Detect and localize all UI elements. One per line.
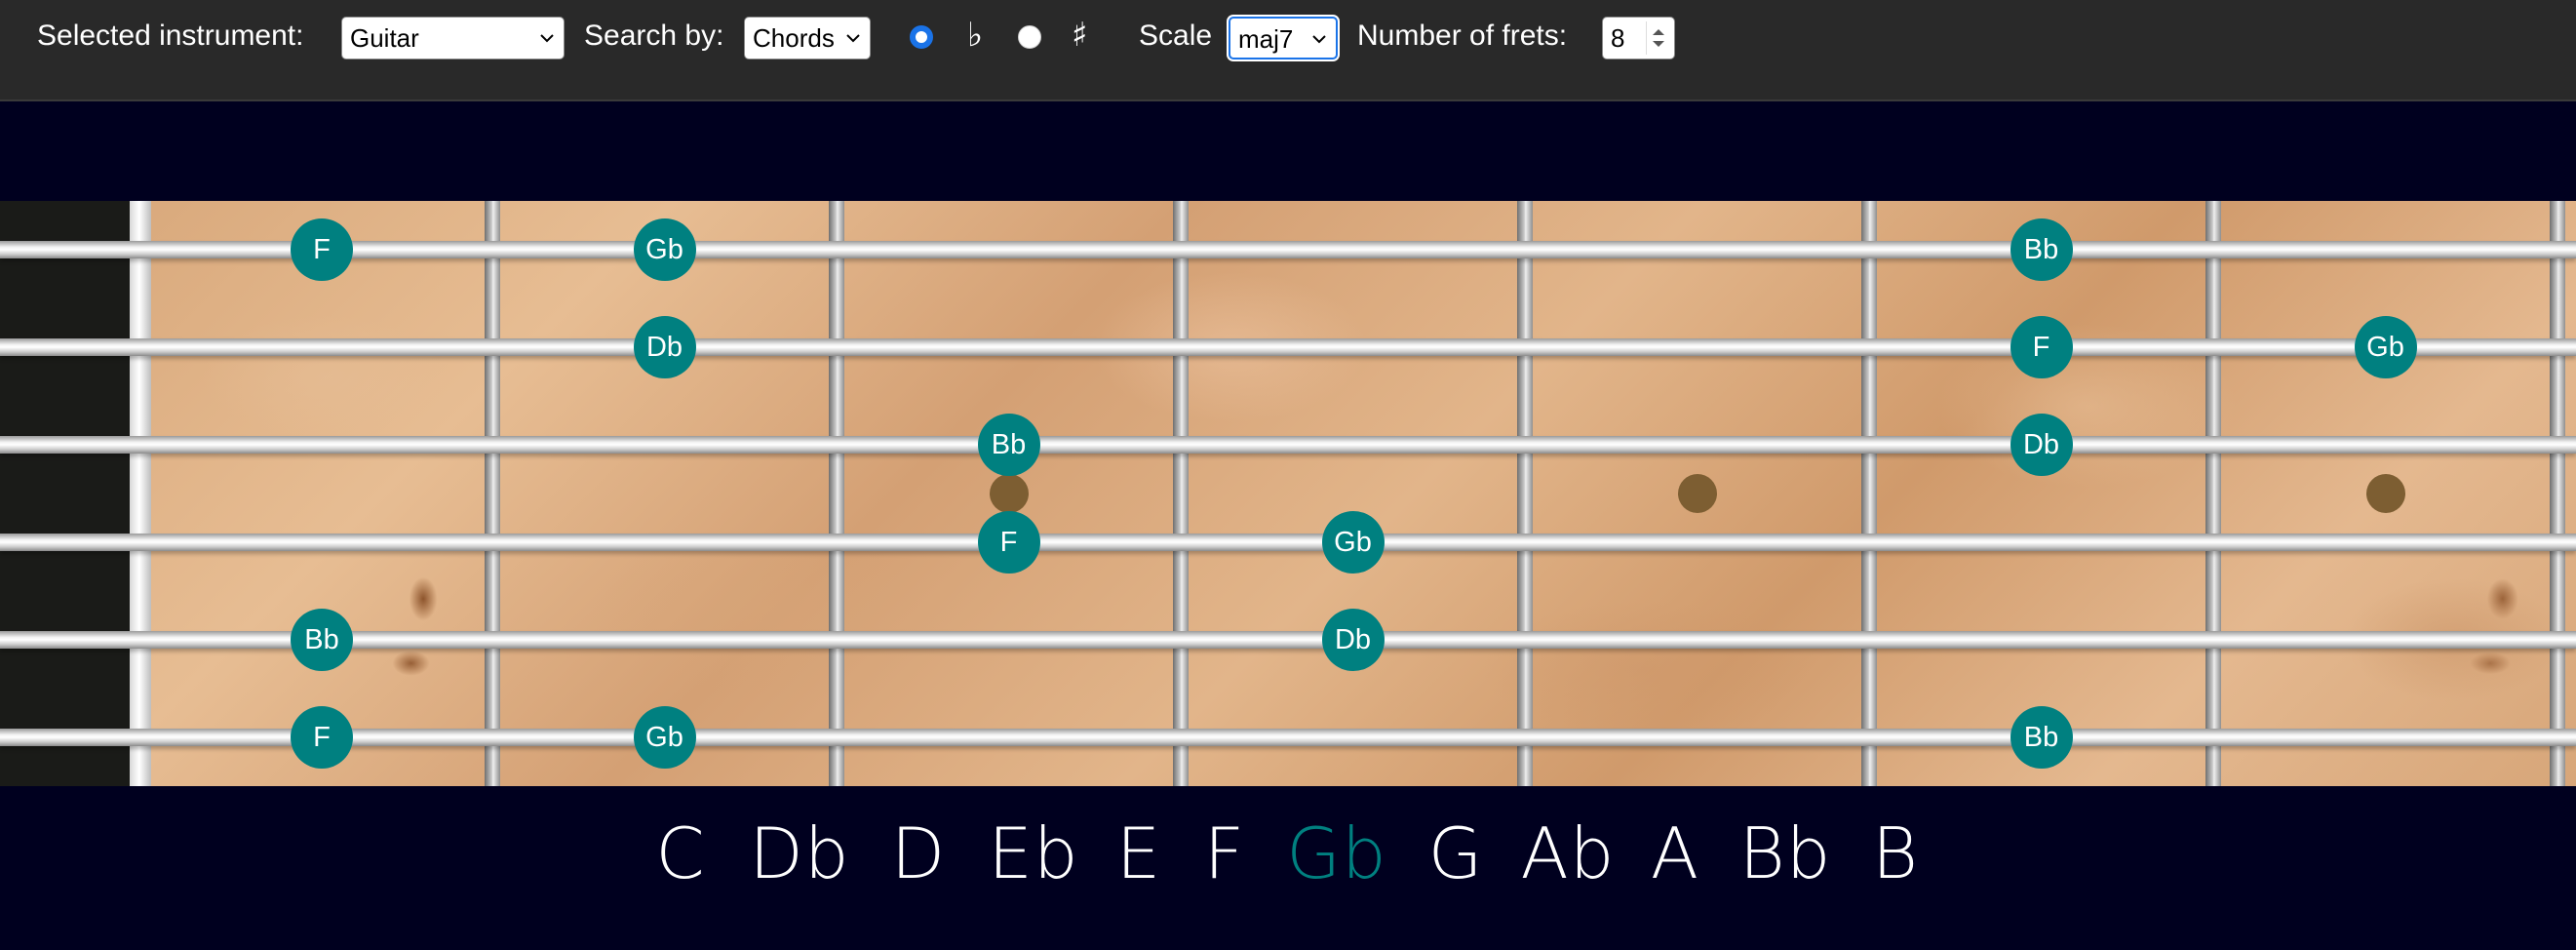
scale-select[interactable]: maj7 [1229,17,1338,59]
note-marker[interactable]: F [2010,316,2073,378]
frets-label: Number of frets: [1357,20,1568,52]
instrument-select[interactable]: Guitar [341,17,565,59]
note-marker[interactable]: Db [633,316,696,378]
string-5 [0,631,2576,649]
frets-input[interactable]: 8 [1602,17,1675,59]
fret-wire-2 [829,201,844,786]
key-e[interactable]: E [1116,810,1162,897]
string-6 [0,729,2576,746]
key-d[interactable]: D [891,810,946,897]
note-marker[interactable]: Bb [977,414,1040,476]
fret-inlay-7 [2365,474,2405,513]
nut [130,201,151,786]
fret-wire-5 [1861,201,1877,786]
fret-wire-7 [2550,201,2565,786]
chevron-down-icon [846,34,860,43]
chevron-down-icon [540,34,554,43]
note-marker[interactable]: Gb [633,218,696,281]
fret-inlay-5 [1677,474,1717,513]
sharp-symbol: ♯ [1072,16,1088,55]
key-gb[interactable]: Gb [1286,810,1387,897]
note-marker[interactable]: Bb [2010,706,2073,769]
fretboard: F Gb Bb Db F Gb Bb Db F Gb Bb Db F Gb Bb [0,201,2576,786]
fret-wire-6 [2205,201,2221,786]
instrument-label: Selected instrument: [37,20,304,52]
search-by-select[interactable]: Chords [744,17,871,59]
toolbar: Selected instrument: Guitar Search by: C… [0,0,2576,101]
note-marker[interactable]: Db [2010,414,2073,476]
fret-wire-1 [485,201,500,786]
note-marker[interactable]: Db [1321,609,1385,671]
scale-label: Scale [1139,20,1213,52]
instrument-select-value: Guitar [350,23,419,53]
chevron-down-icon [1312,35,1326,44]
flat-symbol: ♭ [967,16,984,55]
key-b[interactable]: B [1872,810,1919,897]
note-marker[interactable]: F [977,511,1040,574]
note-marker[interactable]: F [291,706,353,769]
fret-inlay-3 [989,474,1029,513]
string-4 [0,534,2576,551]
key-db[interactable]: Db [749,810,849,897]
string-2 [0,338,2576,356]
key-ab[interactable]: Ab [1521,810,1616,897]
search-by-select-value: Chords [753,23,835,53]
note-marker[interactable]: Gb [633,706,696,769]
key-f[interactable]: F [1204,810,1245,897]
string-3 [0,436,2576,454]
flat-radio[interactable] [910,25,933,49]
string-1 [0,241,2576,258]
note-marker[interactable]: Gb [1321,511,1385,574]
note-marker[interactable]: F [291,218,353,281]
sharp-radio[interactable] [1018,25,1041,49]
frets-input-value: 8 [1611,23,1625,53]
key-g[interactable]: G [1428,810,1484,897]
fret-wire-3 [1173,201,1189,786]
note-marker[interactable]: Gb [2354,316,2417,378]
key-eb[interactable]: Eb [988,810,1078,897]
spinner-icon[interactable] [1646,21,1670,55]
key-c[interactable]: C [655,810,705,897]
scale-select-value: maj7 [1238,24,1294,54]
note-marker[interactable]: Bb [2010,218,2073,281]
fret-wire-4 [1517,201,1533,786]
headstock [0,201,130,786]
note-marker[interactable]: Bb [291,609,353,671]
key-a[interactable]: A [1651,810,1699,897]
search-by-label: Search by: [584,20,724,52]
key-selector: C Db D Eb E F Gb G Ab A Bb B [0,810,2576,907]
key-bb[interactable]: Bb [1739,810,1832,897]
